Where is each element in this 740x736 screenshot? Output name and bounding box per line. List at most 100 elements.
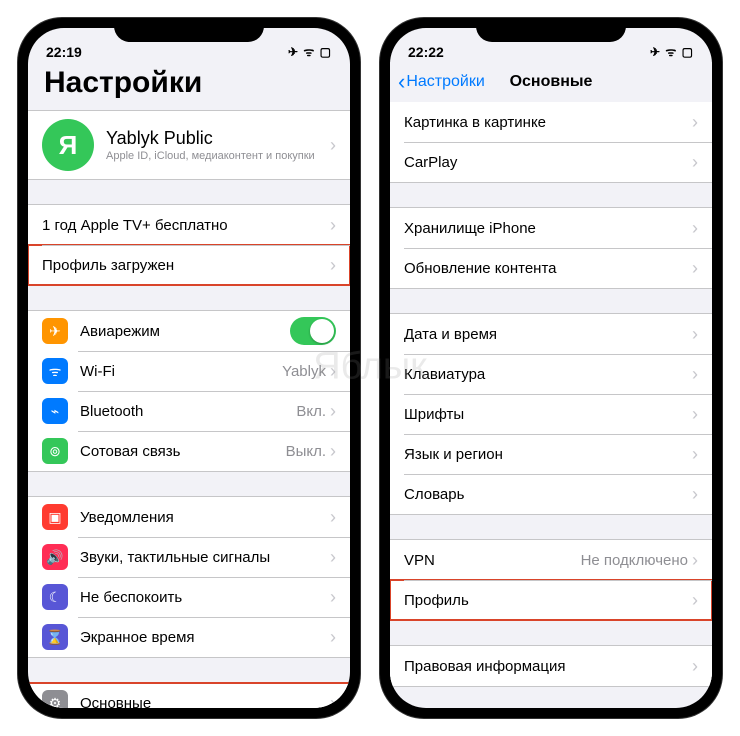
notch [114, 18, 264, 42]
avatar: Я [42, 119, 94, 171]
chevron-icon: › [330, 627, 336, 648]
chevron-icon: › [330, 361, 336, 382]
group-account: Я Yablyk Public Apple ID, iCloud, медиак… [28, 110, 350, 180]
bluetooth-row[interactable]: ⌁ Bluetooth Вкл. › [28, 391, 350, 431]
status-indicators: ✈︎ ᯤ ▢ [288, 43, 332, 60]
chevron-icon: › [330, 693, 336, 709]
label: Профиль [404, 592, 692, 609]
screen-general: 22:22 ✈︎ ᯤ ▢ ‹ Настройки Основные Картин… [390, 28, 712, 708]
chevron-icon: › [692, 364, 698, 385]
chevron-icon: › [330, 441, 336, 462]
sounds-row[interactable]: 🔊 Звуки, тактильные сигналы › [28, 537, 350, 577]
chevron-icon: › [330, 547, 336, 568]
chevron-icon: › [692, 550, 698, 571]
label: Язык и регион [404, 446, 692, 463]
gear-icon: ⚙ [42, 690, 68, 708]
chevron-icon: › [692, 484, 698, 505]
nav-bar: ‹ Настройки Основные [390, 62, 712, 102]
label: Уведомления [80, 509, 330, 526]
legal-row[interactable]: Правовая информация › [390, 646, 712, 686]
general-row[interactable]: ⚙ Основные › [28, 683, 350, 708]
group-1: Картинка в картинке › CarPlay › [390, 102, 712, 183]
label: Основные [80, 695, 330, 709]
wifi-icon: ᯤ [42, 358, 68, 384]
airplane-icon: ✈︎ [42, 318, 68, 344]
refresh-row[interactable]: Обновление контента › [390, 248, 712, 288]
back-button[interactable]: ‹ Настройки [398, 71, 485, 93]
notifications-row[interactable]: ▣ Уведомления › [28, 497, 350, 537]
account-sub: Apple ID, iCloud, медиаконтент и покупки [106, 150, 330, 162]
chevron-icon: › [692, 656, 698, 677]
wifi-row[interactable]: ᯤ Wi-Fi Yablyk › [28, 351, 350, 391]
group-general: ⚙ Основные › ⊟ Пункт управления › [28, 682, 350, 708]
notifications-icon: ▣ [42, 504, 68, 530]
group-4: VPN Не подключено › Профиль › [390, 539, 712, 621]
apple-id-row[interactable]: Я Yablyk Public Apple ID, iCloud, медиак… [28, 111, 350, 179]
vpn-value: Не подключено [581, 552, 688, 569]
label: Звуки, тактильные сигналы [80, 549, 330, 566]
label: Клавиатура [404, 366, 692, 383]
cellular-row[interactable]: ⊚ Сотовая связь Выкл. › [28, 431, 350, 471]
dnd-icon: ☾ [42, 584, 68, 610]
storage-row[interactable]: Хранилище iPhone › [390, 208, 712, 248]
label: Сотовая связь [80, 443, 286, 460]
label: Правовая информация [404, 658, 692, 675]
datetime-row[interactable]: Дата и время › [390, 314, 712, 354]
content[interactable]: Картинка в картинке › CarPlay › Хранилищ… [390, 102, 712, 708]
dict-row[interactable]: Словарь › [390, 474, 712, 514]
bluetooth-icon: ⌁ [42, 398, 68, 424]
label: Не беспокоить [80, 589, 330, 606]
profile-loaded-row[interactable]: Профиль загружен › [28, 245, 350, 285]
label: CarPlay [404, 154, 692, 171]
cellular-icon: ⊚ [42, 438, 68, 464]
label: Профиль загружен [42, 257, 330, 274]
chevron-left-icon: ‹ [398, 71, 405, 93]
label: Словарь [404, 486, 692, 503]
airplane-toggle[interactable] [290, 317, 336, 345]
label: 1 год Apple TV+ бесплатно [42, 217, 330, 234]
label: Шрифты [404, 406, 692, 423]
dnd-row[interactable]: ☾ Не беспокоить › [28, 577, 350, 617]
account-name: Yablyk Public [106, 128, 330, 149]
label: Bluetooth [80, 403, 296, 420]
phone-right: 22:22 ✈︎ ᯤ ▢ ‹ Настройки Основные Картин… [380, 18, 722, 718]
content[interactable]: Я Yablyk Public Apple ID, iCloud, медиак… [28, 110, 350, 708]
screen-settings: 22:19 ✈︎ ᯤ ▢ Настройки Я Yablyk Public A… [28, 28, 350, 708]
chevron-icon: › [692, 404, 698, 425]
phone-left: 22:19 ✈︎ ᯤ ▢ Настройки Я Yablyk Public A… [18, 18, 360, 718]
chevron-icon: › [692, 444, 698, 465]
label: VPN [404, 552, 581, 569]
chevron-icon: › [692, 590, 698, 611]
carplay-row[interactable]: CarPlay › [390, 142, 712, 182]
group-5: Правовая информация › [390, 645, 712, 687]
chevron-icon: › [692, 112, 698, 133]
chevron-icon: › [692, 152, 698, 173]
label: Экранное время [80, 629, 330, 646]
vpn-row[interactable]: VPN Не подключено › [390, 540, 712, 580]
group-promo: 1 год Apple TV+ бесплатно › Профиль загр… [28, 204, 350, 286]
chevron-icon: › [330, 587, 336, 608]
back-label: Настройки [406, 73, 484, 91]
status-indicators: ✈︎ ᯤ ▢ [650, 43, 694, 60]
keyboard-row[interactable]: Клавиатура › [390, 354, 712, 394]
group-2: Хранилище iPhone › Обновление контента › [390, 207, 712, 289]
wifi-value: Yablyk [282, 363, 326, 380]
lang-row[interactable]: Язык и регион › [390, 434, 712, 474]
status-time: 22:19 [46, 44, 82, 60]
profile-row[interactable]: Профиль › [390, 580, 712, 620]
screentime-row[interactable]: ⌛ Экранное время › [28, 617, 350, 657]
label: Авиарежим [80, 323, 290, 340]
chevron-icon: › [330, 135, 336, 156]
label: Wi-Fi [80, 363, 282, 380]
airplane-row[interactable]: ✈︎ Авиарежим [28, 311, 350, 351]
screentime-icon: ⌛ [42, 624, 68, 650]
chevron-icon: › [692, 324, 698, 345]
chevron-icon: › [330, 215, 336, 236]
group-3: Дата и время › Клавиатура › Шрифты › Язы… [390, 313, 712, 515]
label: Дата и время [404, 326, 692, 343]
fonts-row[interactable]: Шрифты › [390, 394, 712, 434]
pip-row[interactable]: Картинка в картинке › [390, 102, 712, 142]
page-title: Настройки [28, 62, 350, 110]
appletv-promo-row[interactable]: 1 год Apple TV+ бесплатно › [28, 205, 350, 245]
label: Картинка в картинке [404, 114, 692, 131]
